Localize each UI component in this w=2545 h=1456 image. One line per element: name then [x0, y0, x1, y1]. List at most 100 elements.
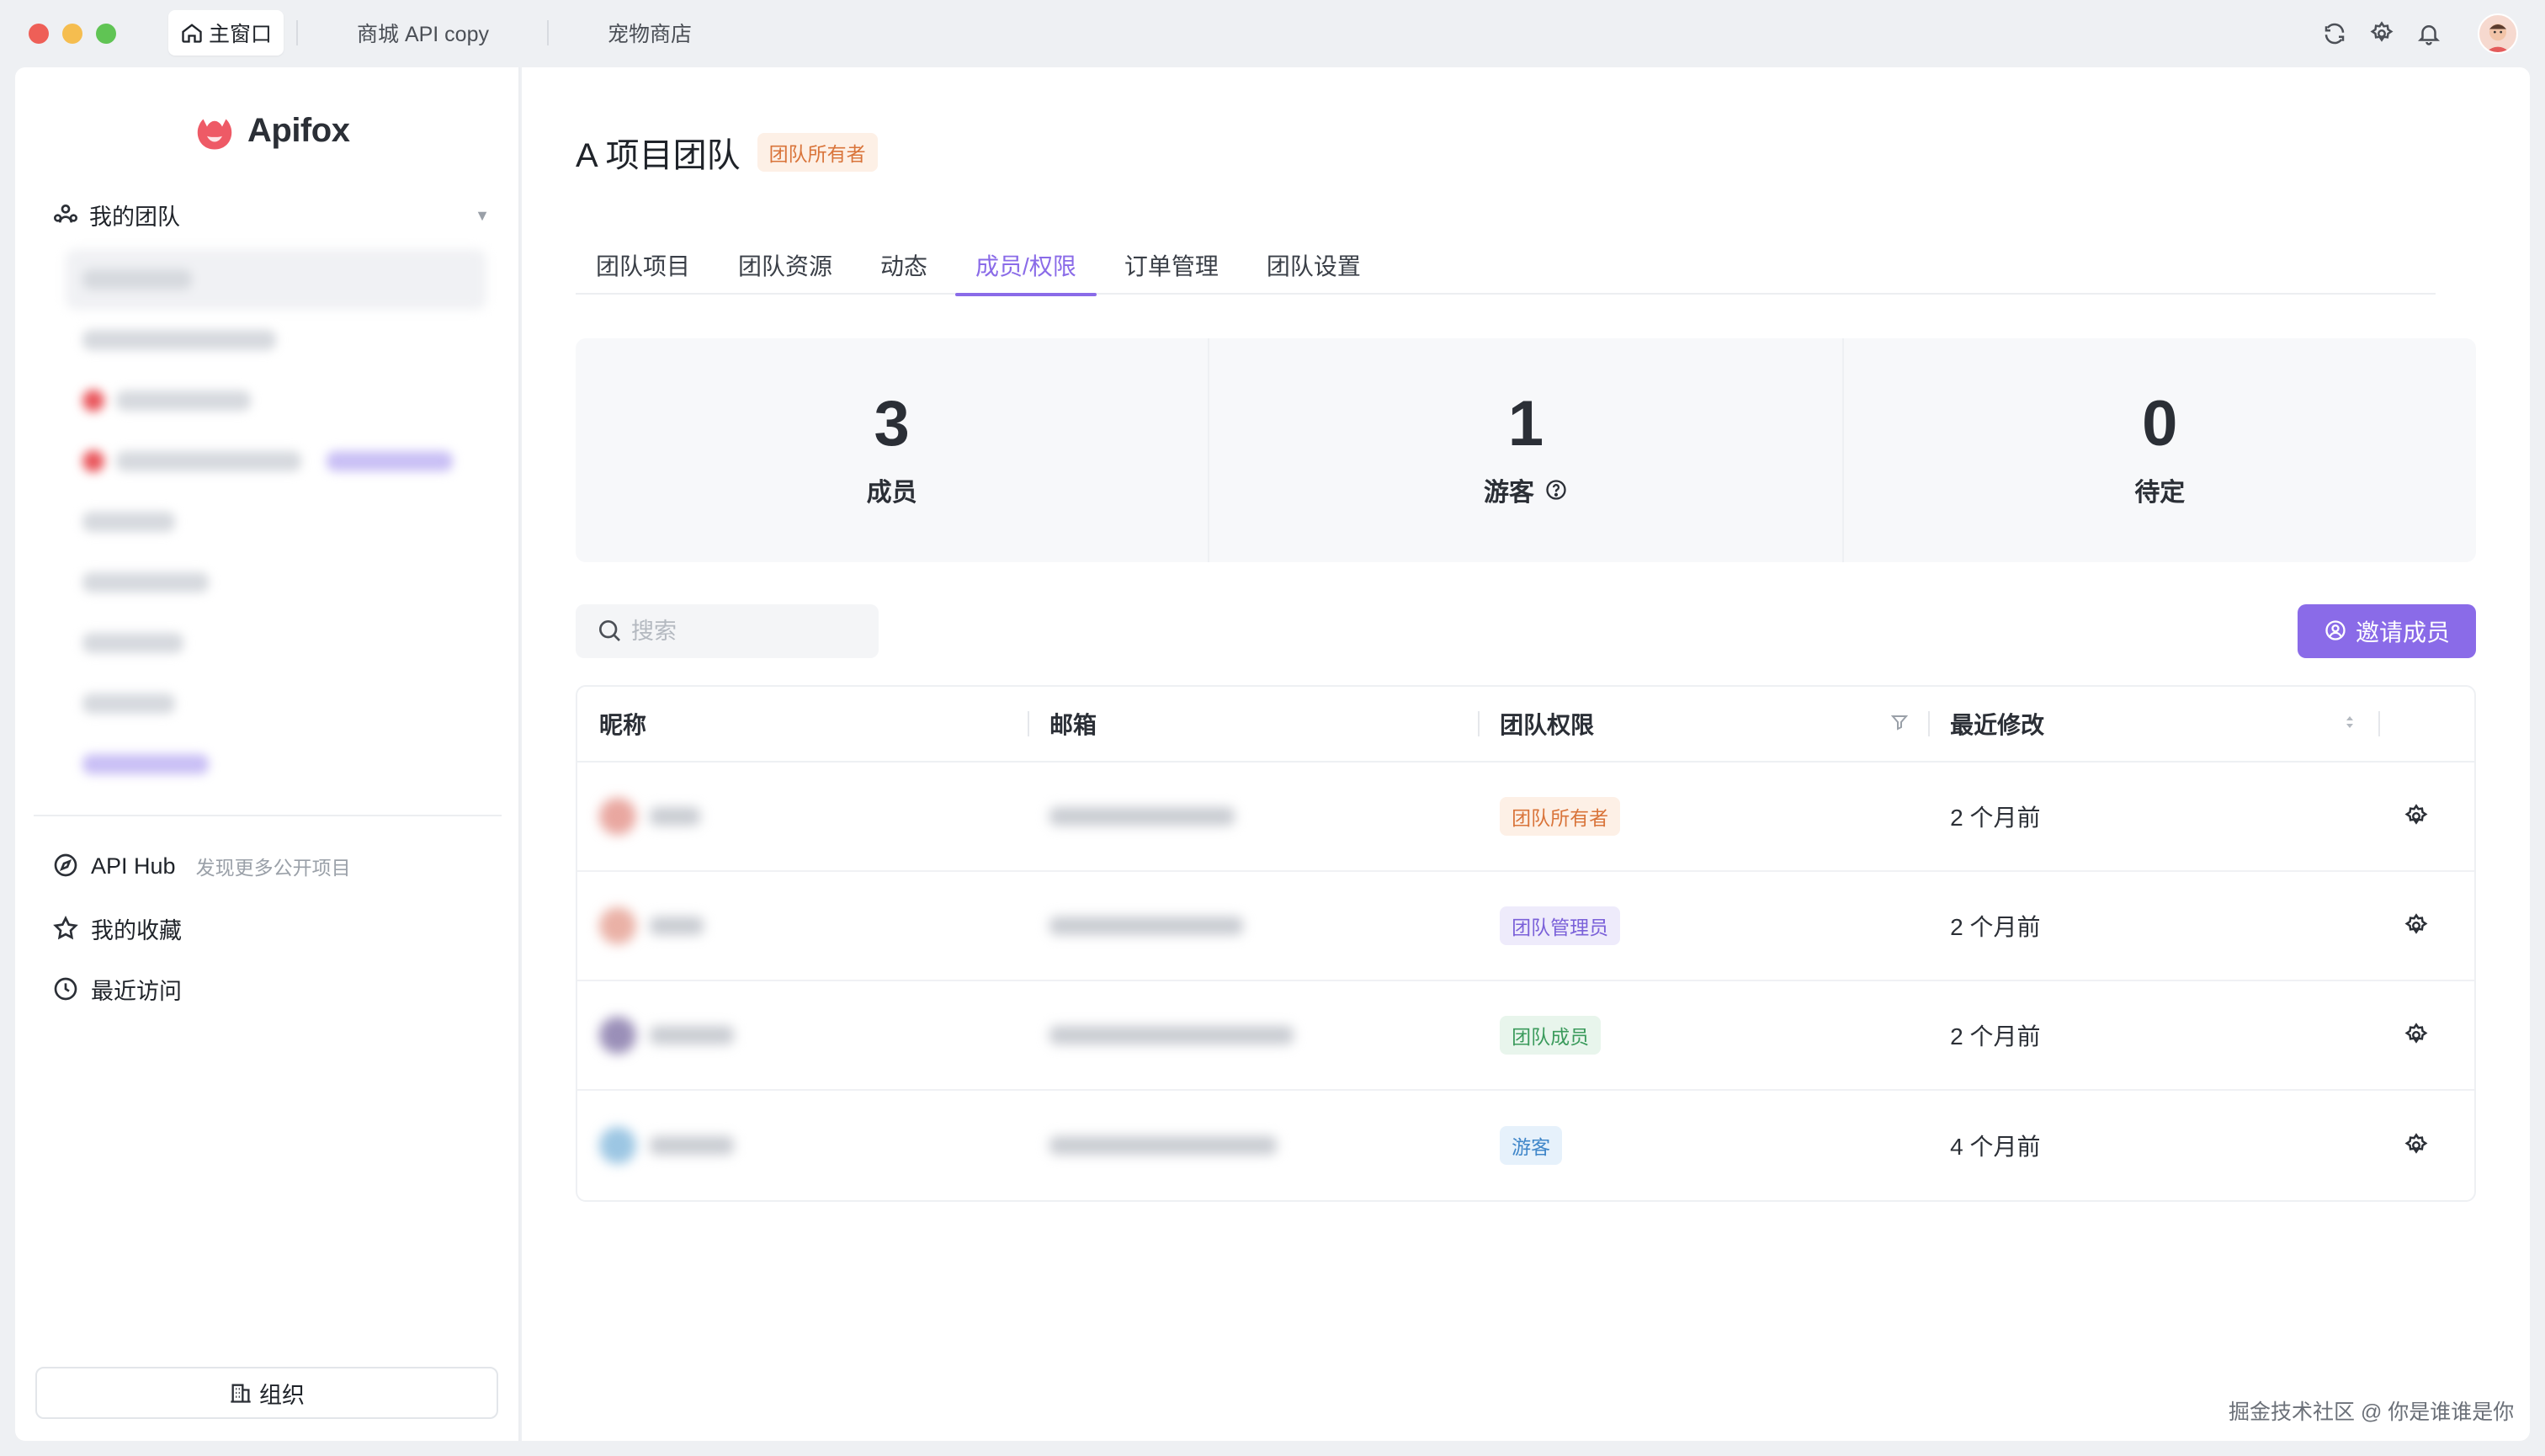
- team-tabs: 团队项目 团队资源 动态 成员/权限 订单管理 团队设置: [576, 236, 2436, 296]
- member-stats: 3 成员 1 游客 0 待定: [576, 338, 2476, 562]
- cell-nickname: [577, 980, 1028, 1090]
- cell-last-modified: 2 个月前: [1950, 914, 2041, 940]
- sidebar-item-label: 最近访问: [91, 979, 182, 1004]
- table-header: 昵称 邮箱 团队权限 最近修改: [577, 687, 2474, 763]
- team-name: A 项目团队: [576, 137, 741, 174]
- column-email: 邮箱: [1028, 687, 1478, 762]
- cell-email: [1028, 980, 1478, 1090]
- cell-role: 团队成员: [1478, 980, 1928, 1090]
- column-nickname: 昵称: [599, 712, 647, 738]
- role-badge: 团队所有者: [1500, 797, 1621, 836]
- cell-last-modified: 2 个月前: [1950, 1023, 2041, 1049]
- tab-team-projects[interactable]: 团队项目: [576, 236, 710, 295]
- list-item[interactable]: [66, 249, 486, 310]
- sidebar-item-label: 我的收藏: [91, 918, 182, 943]
- gear-icon[interactable]: [2400, 1019, 2432, 1051]
- tab-team-resources[interactable]: 团队资源: [718, 236, 853, 295]
- cell-actions: [2378, 762, 2474, 871]
- page-title: A 项目团队 团队所有者: [576, 128, 878, 177]
- table-row: 团队成员 2 个月前: [577, 981, 2474, 1091]
- refresh-icon[interactable]: [2319, 19, 2350, 49]
- stat-label: 游客: [1484, 471, 1568, 508]
- sidebar-item-api-hub[interactable]: API Hub 发现更多公开项目: [52, 852, 351, 880]
- user-avatar[interactable]: [2478, 13, 2518, 54]
- window-zoom-button[interactable]: [96, 24, 116, 44]
- team-selector[interactable]: 我的团队 ▼: [52, 192, 490, 237]
- gear-icon[interactable]: [2400, 1129, 2432, 1161]
- column-role: 团队权限: [1478, 687, 1928, 762]
- tab-team-settings[interactable]: 团队设置: [1246, 236, 1381, 295]
- invite-member-button[interactable]: 邀请成员: [2298, 604, 2476, 658]
- cell-actions: [2378, 1091, 2474, 1200]
- members-table: 昵称 邮箱 团队权限 最近修改 团队所有者 2 个月前 团队管理员 2 个月前 …: [576, 685, 2476, 1202]
- search-icon: [596, 617, 624, 646]
- column-last-modified: 最近修改: [1928, 687, 2378, 762]
- cell-role: 团队所有者: [1478, 762, 1928, 871]
- sidebar-item-favorites[interactable]: 我的收藏: [52, 912, 182, 945]
- team-icon: [52, 201, 79, 228]
- column-actions: [2378, 687, 2474, 762]
- tab-members-permissions[interactable]: 成员/权限: [955, 236, 1097, 296]
- window-minimize-button[interactable]: [62, 24, 82, 44]
- gear-icon[interactable]: [2400, 910, 2432, 942]
- compass-icon: [52, 852, 81, 880]
- stat-members: 3 成员: [576, 338, 1210, 562]
- building-icon: [229, 1381, 252, 1405]
- cell-email: [1028, 1091, 1478, 1200]
- cell-nickname: [577, 871, 1028, 980]
- invite-button-label: 邀请成员: [2355, 619, 2450, 646]
- list-item[interactable]: [82, 431, 520, 492]
- list-item[interactable]: [82, 613, 520, 673]
- logo-text: Apifox: [247, 111, 350, 149]
- list-item[interactable]: [82, 673, 520, 734]
- role-badge: 游客: [1500, 1126, 1563, 1165]
- sort-icon[interactable]: [2340, 712, 2362, 734]
- home-icon: [180, 21, 204, 45]
- window-tab-label: 主窗口: [209, 23, 273, 46]
- gear-icon[interactable]: [2400, 800, 2432, 832]
- table-row: 团队所有者 2 个月前: [577, 763, 2474, 872]
- window-tab-main[interactable]: 主窗口: [168, 10, 284, 56]
- settings-icon[interactable]: [2367, 19, 2397, 49]
- cell-email: [1028, 871, 1478, 980]
- search-input[interactable]: [631, 618, 867, 645]
- list-item[interactable]: [82, 492, 520, 552]
- watermark: 掘金技术社区 @ 你是谁谁是你: [2229, 1400, 2515, 1424]
- tab-activity[interactable]: 动态: [860, 236, 948, 295]
- stat-value: 3: [874, 388, 910, 460]
- window-tab-shop-api[interactable]: 商城 API copy: [345, 10, 501, 56]
- stat-value: 1: [1507, 388, 1544, 460]
- sidebar-item-recent[interactable]: 最近访问: [52, 973, 182, 1006]
- cell-last-modified: 4 个月前: [1950, 1134, 2041, 1160]
- window-tab-pet-store[interactable]: 宠物商店: [596, 10, 704, 56]
- cell-nickname: [577, 1091, 1028, 1200]
- cell-last-modified: 2 个月前: [1950, 805, 2041, 831]
- sidebar: Apifox 我的团队 ▼ API Hub 发现更多公开项目 我的收藏 最近访问…: [15, 67, 520, 1441]
- tab-orders[interactable]: 订单管理: [1104, 236, 1239, 295]
- list-item[interactable]: [82, 310, 520, 370]
- logo: Apifox: [192, 108, 350, 153]
- list-item[interactable]: [82, 552, 520, 613]
- cell-email: [1028, 762, 1478, 871]
- organization-button-label: 组织: [259, 1382, 305, 1408]
- window-tab-label: 宠物商店: [608, 23, 693, 46]
- user-circle-icon: [2324, 619, 2349, 644]
- window-close-button[interactable]: [29, 24, 49, 44]
- cell-role: 团队管理员: [1478, 871, 1928, 980]
- organization-button[interactable]: 组织: [35, 1367, 498, 1419]
- team-selector-label: 我的团队: [89, 204, 180, 230]
- help-icon[interactable]: [1544, 478, 1568, 502]
- list-item[interactable]: [82, 370, 520, 431]
- cell-actions: [2378, 980, 2474, 1090]
- bell-icon[interactable]: [2414, 19, 2444, 49]
- stat-label: 成员: [866, 479, 917, 507]
- role-badge: 团队管理员: [1500, 906, 1621, 945]
- list-item[interactable]: [82, 734, 520, 794]
- cell-actions: [2378, 871, 2474, 980]
- stat-pending: 0 待定: [1844, 338, 2476, 562]
- main-panel: A 项目团队 团队所有者 团队项目 团队资源 动态 成员/权限 订单管理 团队设…: [522, 67, 2530, 1441]
- apifox-logo-icon: [197, 119, 232, 150]
- filter-icon[interactable]: [1889, 712, 1911, 734]
- caret-down-icon: ▼: [475, 207, 490, 224]
- tab-separator: [296, 20, 298, 45]
